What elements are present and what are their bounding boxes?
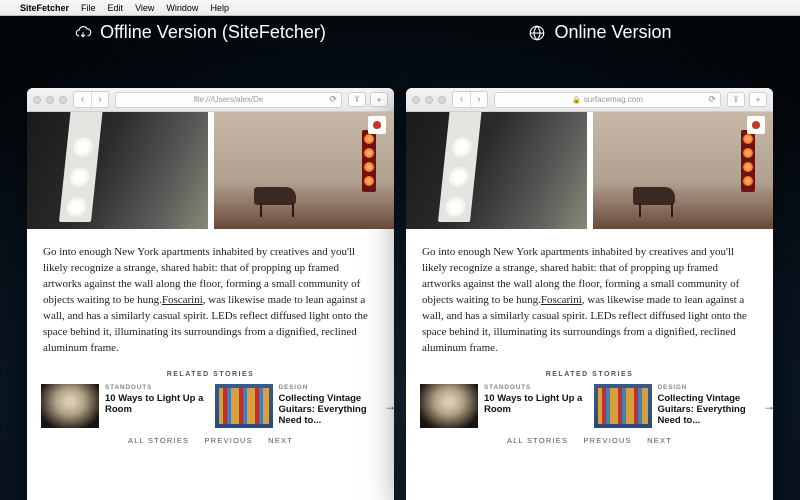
share-icon[interactable]: ⇪ — [727, 92, 745, 107]
related-thumb — [594, 384, 652, 428]
url-text: surfacemag.com — [584, 95, 643, 104]
related-card[interactable]: DESIGNCollecting Vintage Guitars: Everyt… — [211, 382, 385, 430]
pager-next[interactable]: NEXT — [268, 436, 293, 445]
globe-icon — [528, 24, 546, 42]
pager-prev[interactable]: PREVIOUS — [583, 436, 631, 445]
related-heading: RELATED STORIES — [406, 367, 773, 382]
page-content: Go into enough New York apartments inhab… — [27, 112, 394, 500]
back-button[interactable]: ‹ — [74, 92, 91, 107]
back-button[interactable]: ‹ — [453, 92, 470, 107]
menubar-file[interactable]: File — [81, 3, 96, 13]
url-text: file:///Users/alex/De — [194, 95, 263, 104]
cloud-download-icon — [74, 24, 92, 42]
related-thumb — [420, 384, 478, 428]
browser-toolbar: ‹ › 🔒 surfacemag.com ⟳ ⇪ + — [406, 88, 773, 112]
menubar-view[interactable]: View — [135, 3, 154, 13]
forward-button[interactable]: › — [470, 92, 487, 107]
offline-browser-window: ‹ › file:///Users/alex/De ⟳ ⇪ + — [27, 88, 394, 500]
pager-all[interactable]: ALL STORIES — [507, 436, 568, 445]
comparison-header: Offline Version (SiteFetcher) Online Ver… — [0, 22, 800, 43]
pager-next[interactable]: NEXT — [647, 436, 672, 445]
page-content: Go into enough New York apartments inhab… — [406, 112, 773, 500]
related-thumb — [215, 384, 273, 428]
hero-image-room — [214, 112, 395, 229]
foscarini-link[interactable]: Foscarini — [541, 294, 582, 306]
related-carousel: STANDOUTS10 Ways to Light Up a Room DESI… — [27, 382, 394, 430]
reload-icon[interactable]: ⟳ — [708, 94, 716, 105]
macos-menubar: SiteFetcher File Edit View Window Help — [0, 0, 800, 16]
article-body: Go into enough New York apartments inhab… — [406, 229, 773, 367]
foscarini-link[interactable]: Foscarini — [162, 294, 203, 306]
related-pager: ALL STORIES PREVIOUS NEXT — [406, 430, 773, 451]
new-tab-icon[interactable]: + — [749, 92, 767, 107]
related-card[interactable]: DESIGNCollecting Vintage Guitars: Everyt… — [590, 382, 764, 430]
hero-image-room — [593, 112, 774, 229]
online-browser-window: ‹ › 🔒 surfacemag.com ⟳ ⇪ + — [406, 88, 773, 500]
related-carousel: STANDOUTS10 Ways to Light Up a Room DESI… — [406, 382, 773, 430]
menubar-window[interactable]: Window — [166, 3, 198, 13]
pager-all[interactable]: ALL STORIES — [128, 436, 189, 445]
forward-button[interactable]: › — [91, 92, 108, 107]
share-icon[interactable]: ⇪ — [348, 92, 366, 107]
article-body: Go into enough New York apartments inhab… — [27, 229, 394, 367]
pager-prev[interactable]: PREVIOUS — [204, 436, 252, 445]
window-controls[interactable] — [412, 96, 446, 104]
profile-badge-icon — [747, 116, 765, 134]
address-bar[interactable]: file:///Users/alex/De ⟳ — [115, 92, 342, 108]
hero-image-lamp — [27, 112, 208, 229]
address-bar[interactable]: 🔒 surfacemag.com ⟳ — [494, 92, 721, 108]
profile-badge-icon — [368, 116, 386, 134]
menubar-edit[interactable]: Edit — [108, 3, 124, 13]
window-controls[interactable] — [33, 96, 67, 104]
hero-image-lamp — [406, 112, 587, 229]
related-pager: ALL STORIES PREVIOUS NEXT — [27, 430, 394, 451]
lock-icon: 🔒 — [572, 96, 581, 104]
hero-images — [27, 112, 394, 229]
carousel-next-icon[interactable]: → — [763, 399, 773, 413]
hero-images — [406, 112, 773, 229]
related-card[interactable]: STANDOUTS10 Ways to Light Up a Room — [416, 382, 590, 430]
new-tab-icon[interactable]: + — [370, 92, 388, 107]
carousel-next-icon[interactable]: → — [384, 399, 394, 413]
reload-icon[interactable]: ⟳ — [329, 94, 337, 105]
offline-label: Offline Version (SiteFetcher) — [100, 22, 326, 43]
menubar-app[interactable]: SiteFetcher — [20, 3, 69, 13]
related-thumb — [41, 384, 99, 428]
online-label: Online Version — [554, 22, 671, 43]
related-card[interactable]: STANDOUTS10 Ways to Light Up a Room — [37, 382, 211, 430]
browser-toolbar: ‹ › file:///Users/alex/De ⟳ ⇪ + — [27, 88, 394, 112]
menubar-help[interactable]: Help — [210, 3, 229, 13]
related-heading: RELATED STORIES — [27, 367, 394, 382]
